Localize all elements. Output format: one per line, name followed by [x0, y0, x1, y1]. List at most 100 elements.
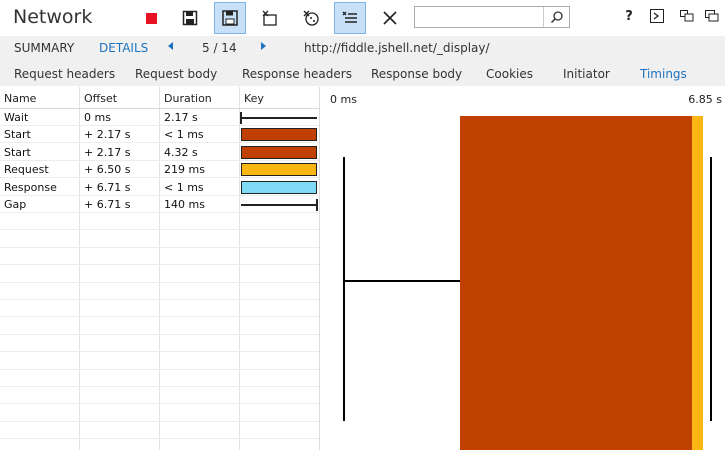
empty-row — [0, 213, 319, 231]
cell-name: Response — [4, 180, 57, 194]
cell-duration: 2.17 s — [164, 111, 198, 124]
empty-row — [0, 335, 319, 353]
cell-duration: 140 ms — [164, 198, 205, 211]
tab-timings[interactable]: Timings — [640, 67, 687, 81]
key-swatch — [241, 145, 317, 159]
cell-name: Start — [4, 145, 31, 159]
start-bar — [459, 116, 693, 450]
summary-link[interactable]: SUMMARY — [14, 41, 74, 55]
stop-icon — [145, 12, 157, 24]
grid-header: Name Offset Duration Key — [0, 87, 319, 109]
search-input[interactable] — [417, 8, 541, 26]
wait-line — [343, 280, 460, 282]
search-icon — [550, 11, 563, 24]
clear-session-button[interactable] — [174, 2, 206, 34]
help-icon: ? — [625, 8, 633, 24]
timeline-chart: 0 ms 6.85 s — [321, 87, 725, 450]
gap-end-tick — [710, 157, 712, 421]
export-har-button[interactable] — [214, 2, 246, 34]
table-row[interactable]: Start + 2.17 s < 1 ms — [0, 126, 319, 144]
key-line — [241, 204, 317, 206]
empty-row — [0, 231, 319, 248]
close-icon — [383, 11, 397, 25]
empty-row — [0, 405, 319, 422]
key-swatch — [241, 128, 317, 142]
wait-start-tick — [343, 157, 345, 421]
tab-response-headers[interactable]: Response headers — [242, 67, 352, 81]
header-offset[interactable]: Offset — [84, 92, 117, 105]
empty-row — [0, 318, 319, 335]
key-tick — [316, 199, 318, 211]
timings-grid: Name Offset Duration Key Wait 0 ms 2.17 s S… — [0, 87, 320, 450]
clear-entries-icon — [262, 10, 277, 26]
tab-request-headers[interactable]: Request headers — [14, 67, 115, 81]
save-icon — [222, 10, 238, 26]
table-row[interactable]: Gap + 6.71 s 140 ms — [0, 196, 319, 213]
empty-row — [0, 440, 319, 450]
close-button[interactable] — [374, 2, 406, 34]
table-row[interactable]: Wait 0 ms 2.17 s — [0, 109, 319, 126]
previous-entry-button[interactable] — [166, 40, 176, 55]
entry-position: 5 / 14 — [202, 41, 237, 55]
cell-name: Wait — [4, 111, 29, 124]
detail-tabs: Request headers Request body Response he… — [0, 61, 725, 86]
console-icon — [650, 9, 664, 23]
entry-url: http://fiddle.jshell.net/_display/ — [304, 41, 490, 55]
clear-cookies-button[interactable] — [295, 2, 327, 34]
key-tick — [240, 112, 242, 124]
cell-name: Start — [4, 128, 31, 142]
empty-row — [0, 387, 319, 405]
cell-offset: 0 ms — [84, 111, 111, 124]
cell-name: Request — [4, 163, 49, 177]
empty-row — [0, 248, 319, 266]
table-row[interactable]: Start + 2.17 s 4.32 s — [0, 144, 319, 161]
timeline-start-label: 0 ms — [330, 93, 357, 106]
cell-offset: + 6.71 s — [84, 198, 131, 211]
timeline-end-label: 6.85 s — [688, 93, 722, 106]
help-button[interactable]: ? — [620, 7, 638, 25]
details-nav-bar: SUMMARY DETAILS 5 / 14 http://fiddle.jsh… — [0, 36, 725, 61]
details-link[interactable]: DETAILS — [99, 41, 148, 55]
triangle-left-icon — [168, 42, 173, 50]
cell-duration: < 1 ms — [164, 128, 204, 142]
app-title: Network — [13, 6, 93, 28]
always-clear-button[interactable] — [334, 2, 366, 34]
triangle-right-icon — [261, 42, 266, 50]
clear-entries-button[interactable] — [254, 2, 286, 34]
empty-row — [0, 300, 319, 318]
header-key[interactable]: Key — [244, 92, 264, 105]
save-icon — [182, 10, 198, 26]
cell-name: Gap — [4, 198, 27, 211]
empty-row — [0, 370, 319, 387]
key-swatch — [241, 163, 317, 177]
console-button[interactable] — [648, 7, 666, 25]
dock-button[interactable] — [678, 7, 696, 25]
tab-request-body[interactable]: Request body — [135, 67, 217, 81]
tab-initiator[interactable]: Initiator — [563, 67, 610, 81]
header-name[interactable]: Name — [4, 92, 36, 105]
cell-duration: 4.32 s — [164, 145, 198, 159]
table-row[interactable]: Request + 6.50 s 219 ms — [0, 161, 319, 179]
cell-offset: + 6.71 s — [84, 180, 131, 194]
cell-offset: + 2.17 s — [84, 145, 131, 159]
next-entry-button[interactable] — [258, 40, 268, 55]
tab-cookies[interactable]: Cookies — [486, 67, 533, 81]
empty-row — [0, 283, 319, 300]
cookie-icon — [303, 10, 319, 26]
request-bar — [692, 116, 704, 450]
empty-row — [0, 422, 319, 440]
window-icon — [705, 10, 719, 22]
stop-record-button[interactable] — [135, 2, 167, 34]
key-line — [241, 117, 317, 119]
cell-duration: < 1 ms — [164, 180, 204, 194]
window-button[interactable] — [703, 7, 721, 25]
header-duration[interactable]: Duration — [164, 92, 212, 105]
empty-row — [0, 266, 319, 283]
search-button[interactable] — [543, 7, 569, 27]
key-swatch — [241, 180, 317, 194]
tab-response-body[interactable]: Response body — [371, 67, 462, 81]
empty-row — [0, 353, 319, 370]
list-check-icon — [342, 11, 357, 23]
cell-offset: + 6.50 s — [84, 163, 131, 177]
table-row[interactable]: Response + 6.71 s < 1 ms — [0, 179, 319, 196]
